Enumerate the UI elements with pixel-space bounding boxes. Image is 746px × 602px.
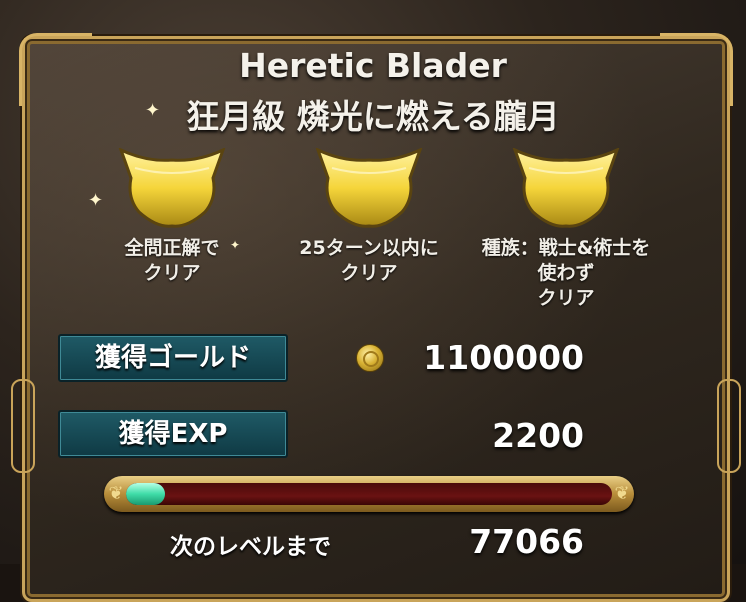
mission-text: クリア bbox=[143, 262, 201, 284]
exp-label: 獲得EXP bbox=[58, 410, 288, 458]
mission-text: 25ターン以内に bbox=[299, 237, 439, 259]
mission-text: クリア bbox=[340, 262, 398, 284]
mission-label-1: 全問正解で クリア bbox=[72, 236, 272, 286]
sparkle-icon: ✦ bbox=[88, 190, 104, 211]
gold-value: 1100000 bbox=[423, 338, 584, 377]
mission-text: 全問正解で bbox=[124, 237, 220, 259]
frame-side-ornament bbox=[717, 379, 741, 473]
gold-coin-icon bbox=[356, 344, 384, 372]
stage-title: Heretic Blader bbox=[239, 46, 507, 85]
gold-label: 獲得ゴールド bbox=[58, 334, 288, 382]
bar-end-ornament: ❦ bbox=[614, 483, 630, 504]
next-level-value: 77066 bbox=[469, 522, 584, 561]
mission-text: クリア bbox=[537, 287, 595, 309]
frame-side-ornament bbox=[11, 379, 35, 473]
exp-value: 2200 bbox=[492, 416, 584, 455]
next-level-label: 次のレベルまで bbox=[170, 534, 331, 560]
mission-label-3: 種族：戦士&術士を 使わず クリア bbox=[466, 236, 666, 311]
bar-end-ornament: ❦ bbox=[108, 483, 124, 504]
mission-text: 使わず bbox=[537, 262, 595, 284]
mission-label-2: 25ターン以内に クリア bbox=[269, 236, 469, 286]
crest-icon bbox=[512, 148, 620, 228]
mission-text: 種族：戦士&術士を bbox=[481, 237, 651, 259]
exp-progress-fill bbox=[126, 483, 165, 505]
crest-icon bbox=[118, 148, 226, 228]
exp-progress-track bbox=[126, 483, 612, 505]
exp-progress-bar: ❦ ❦ bbox=[104, 476, 634, 512]
stage-subtitle: 狂月級 燐光に燃える朧月 bbox=[186, 97, 560, 136]
crest-icon bbox=[315, 148, 423, 228]
sparkle-icon: ✦ bbox=[145, 100, 161, 121]
